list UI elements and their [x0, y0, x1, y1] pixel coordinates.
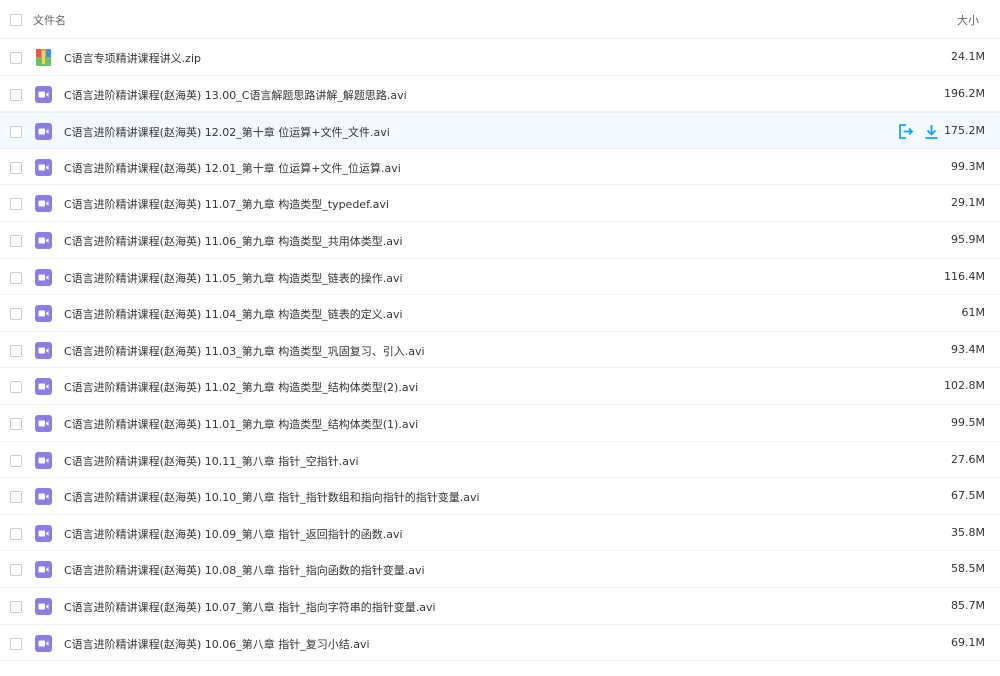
file-name-link[interactable]: C语言进阶精讲课程(赵海英) 11.02_第九章 构造类型_结构体类型(2).a…	[64, 379, 418, 395]
file-name-link[interactable]: C语言进阶精讲课程(赵海英) 10.07_第八章 指针_指向字符串的指针变量.a…	[64, 599, 436, 615]
file-size: 69.1M	[951, 635, 985, 649]
file-row[interactable]: C语言进阶精讲课程(赵海英) 10.09_第八章 指针_返回指针的函数.avi 3…	[0, 515, 1000, 552]
row-actions	[897, 123, 940, 140]
file-name-link[interactable]: C语言进阶精讲课程(赵海英) 10.08_第八章 指针_指向函数的指针变量.av…	[64, 562, 425, 578]
file-row[interactable]: C语言进阶精讲课程(赵海英) 11.01_第九章 构造类型_结构体类型(1).a…	[0, 405, 1000, 442]
file-name-link[interactable]: C语言进阶精讲课程(赵海英) 12.02_第十章 位运算+文件_文件.avi	[64, 124, 390, 140]
file-size: 99.3M	[951, 159, 985, 173]
zip-archive-icon	[35, 49, 52, 66]
file-size: 95.9M	[951, 232, 985, 246]
file-row-checkbox[interactable]	[10, 52, 22, 64]
file-list-header: 文件名 大小	[0, 0, 1000, 39]
video-file-icon	[35, 488, 52, 506]
file-row[interactable]: C语言进阶精讲课程(赵海英) 11.06_第九章 构造类型_共用体类型.avi 9…	[0, 222, 1000, 259]
file-name-link[interactable]: C语言进阶精讲课程(赵海英) 10.10_第八章 指针_指针数组和指向指针的指针…	[64, 489, 480, 505]
file-name-link[interactable]: C语言进阶精讲课程(赵海英) 11.04_第九章 构造类型_链表的定义.avi	[64, 306, 403, 322]
file-size: 24.1M	[951, 50, 985, 63]
file-name-link[interactable]: C语言进阶精讲课程(赵海英) 10.09_第八章 指针_返回指针的函数.avi	[64, 526, 403, 542]
file-name-link[interactable]: C语言进阶精讲课程(赵海英) 13.00_C语言解题思路讲解_解题思路.avi	[64, 87, 407, 103]
video-file-icon	[35, 85, 52, 103]
file-row[interactable]: C语言进阶精讲课程(赵海英) 10.07_第八章 指针_指向字符串的指针变量.a…	[0, 588, 1000, 625]
file-name-link[interactable]: C语言进阶精讲课程(赵海英) 11.06_第九章 构造类型_共用体类型.avi	[64, 233, 403, 249]
file-name-link[interactable]: C语言进阶精讲课程(赵海英) 11.03_第九章 构造类型_巩固复习、引入.av…	[64, 343, 425, 359]
file-size: 27.6M	[951, 452, 985, 466]
file-row-checkbox[interactable]	[10, 308, 22, 321]
file-size: 29.1M	[951, 196, 985, 210]
file-row[interactable]: C语言专项精讲课程讲义.zip 24.1M	[0, 39, 1000, 76]
video-file-icon	[35, 378, 52, 396]
file-size: 85.7M	[951, 598, 985, 612]
file-row[interactable]: C语言进阶精讲课程(赵海英) 11.02_第九章 构造类型_结构体类型(2).a…	[0, 368, 1000, 405]
file-size: 93.4M	[951, 342, 985, 356]
column-header-name[interactable]: 文件名	[33, 12, 66, 28]
video-file-icon	[35, 123, 52, 141]
file-row-checkbox[interactable]	[10, 417, 22, 430]
video-file-icon	[35, 634, 52, 652]
file-size: 61M	[961, 306, 986, 320]
file-row[interactable]: C语言进阶精讲课程(赵海英) 10.11_第八章 指针_空指针.avi 27.6M	[0, 442, 1000, 479]
file-row-checkbox[interactable]	[10, 271, 22, 284]
file-list: C语言专项精讲课程讲义.zip 24.1M C语言进阶精讲课程(赵海英) 13.0…	[0, 39, 1000, 662]
file-row[interactable]: C语言进阶精讲课程(赵海英) 10.06_第八章 指针_复习小结.avi 69.1…	[0, 625, 1000, 662]
video-file-icon	[35, 524, 52, 542]
file-size: 67.5M	[951, 489, 985, 503]
video-file-icon	[35, 195, 52, 213]
file-row-checkbox[interactable]	[10, 198, 22, 211]
file-row[interactable]: C语言进阶精讲课程(赵海英) 12.01_第十章 位运算+文件_位运算.avi 9…	[0, 149, 1000, 186]
file-name-link[interactable]: C语言进阶精讲课程(赵海英) 12.01_第十章 位运算+文件_位运算.avi	[64, 160, 401, 176]
video-file-icon	[35, 268, 52, 286]
file-size: 116.4M	[944, 269, 985, 283]
video-file-icon	[35, 158, 52, 176]
file-row-checkbox[interactable]	[10, 527, 22, 540]
file-name-link[interactable]: C语言进阶精讲课程(赵海英) 10.06_第八章 指针_复习小结.avi	[64, 636, 370, 652]
file-row[interactable]: C语言进阶精讲课程(赵海英) 10.08_第八章 指针_指向函数的指针变量.av…	[0, 551, 1000, 588]
file-row-checkbox[interactable]	[10, 381, 22, 394]
video-file-icon	[35, 597, 52, 615]
video-file-icon	[35, 341, 52, 359]
file-row[interactable]: C语言进阶精讲课程(赵海英) 11.05_第九章 构造类型_链表的操作.avi 1…	[0, 259, 1000, 296]
file-row-checkbox[interactable]	[10, 88, 22, 101]
file-size: 175.2M	[944, 124, 985, 138]
file-row-checkbox[interactable]	[10, 344, 22, 357]
select-all-checkbox[interactable]	[10, 14, 22, 26]
video-file-icon	[35, 305, 52, 323]
file-row[interactable]: C语言进阶精讲课程(赵海英) 13.00_C语言解题思路讲解_解题思路.avi 1…	[0, 76, 1000, 113]
file-row[interactable]: C语言进阶精讲课程(赵海英) 12.02_第十章 位运算+文件_文件.avi 1…	[0, 112, 1000, 149]
file-size: 35.8M	[951, 525, 985, 539]
file-row-checkbox[interactable]	[10, 491, 22, 504]
file-name-link[interactable]: C语言专项精讲课程讲义.zip	[64, 50, 201, 66]
video-file-icon	[35, 451, 52, 469]
file-size: 196.2M	[944, 86, 985, 100]
file-size: 102.8M	[944, 379, 985, 393]
file-row-checkbox[interactable]	[10, 454, 22, 467]
file-row[interactable]: C语言进阶精讲课程(赵海英) 11.07_第九章 构造类型_typedef.av…	[0, 185, 1000, 222]
file-row[interactable]: C语言进阶精讲课程(赵海英) 11.03_第九章 构造类型_巩固复习、引入.av…	[0, 332, 1000, 369]
file-name-link[interactable]: C语言进阶精讲课程(赵海英) 11.07_第九章 构造类型_typedef.av…	[64, 196, 389, 212]
video-file-icon	[35, 231, 52, 249]
file-row[interactable]: C语言进阶精讲课程(赵海英) 11.04_第九章 构造类型_链表的定义.avi 6…	[0, 295, 1000, 332]
video-file-icon	[35, 414, 52, 432]
file-name-link[interactable]: C语言进阶精讲课程(赵海英) 10.11_第八章 指针_空指针.avi	[64, 453, 359, 469]
file-row-checkbox[interactable]	[10, 161, 22, 174]
share-icon[interactable]	[897, 123, 914, 140]
file-row-checkbox[interactable]	[10, 234, 22, 247]
file-name-link[interactable]: C语言进阶精讲课程(赵海英) 11.01_第九章 构造类型_结构体类型(1).a…	[64, 416, 418, 432]
file-row[interactable]: C语言进阶精讲课程(赵海英) 10.10_第八章 指针_指针数组和指向指针的指针…	[0, 478, 1000, 515]
file-row-checkbox[interactable]	[10, 564, 22, 577]
video-file-icon	[35, 561, 52, 579]
file-row-checkbox[interactable]	[10, 637, 22, 650]
download-icon[interactable]	[923, 123, 940, 140]
file-name-link[interactable]: C语言进阶精讲课程(赵海英) 11.05_第九章 构造类型_链表的操作.avi	[64, 270, 403, 286]
column-header-size[interactable]: 大小	[957, 12, 979, 28]
file-size: 58.5M	[951, 562, 985, 576]
file-row-checkbox[interactable]	[10, 600, 22, 613]
file-row-checkbox[interactable]	[10, 126, 22, 139]
file-size: 99.5M	[951, 415, 985, 429]
